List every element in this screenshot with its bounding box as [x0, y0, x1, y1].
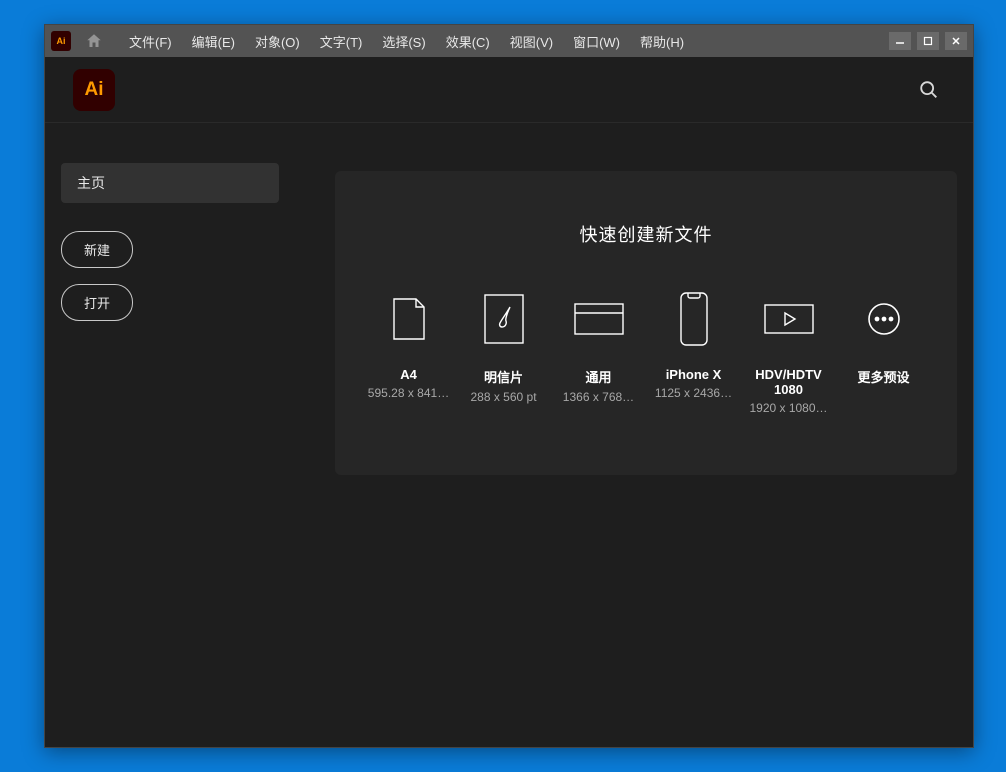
- preset-dims: 288 x 560 pt: [470, 390, 536, 404]
- preset-iphone[interactable]: iPhone X 1125 x 2436…: [650, 287, 737, 415]
- search-button[interactable]: [913, 74, 945, 106]
- video-icon: [763, 287, 815, 351]
- topbar: Ai: [45, 57, 973, 123]
- app-icon-small: Ai: [51, 31, 71, 51]
- preset-label: HDV/HDTV 1080: [745, 367, 832, 397]
- card-title: 快速创建新文件: [365, 221, 927, 247]
- phone-icon: [679, 287, 709, 351]
- preset-dims: 1125 x 2436…: [655, 386, 732, 400]
- menu-select[interactable]: 选择(S): [378, 28, 429, 55]
- preset-label: 更多预设: [857, 367, 909, 386]
- main-panel: 快速创建新文件 A4 595.28 x 841… 明信片: [335, 123, 973, 747]
- menu-view[interactable]: 视图(V): [506, 28, 557, 55]
- content-area: 主页 新建 打开 快速创建新文件 A4 595.28 x 841…: [45, 123, 973, 747]
- preset-label: 明信片: [484, 367, 523, 386]
- preset-dims: 1920 x 1080…: [749, 401, 827, 415]
- preset-web[interactable]: 通用 1366 x 768…: [555, 287, 642, 415]
- menu-help[interactable]: 帮助(H): [636, 28, 688, 55]
- close-button[interactable]: [945, 32, 967, 50]
- menu-object[interactable]: 对象(O): [251, 28, 304, 55]
- app-logo: Ai: [73, 69, 115, 111]
- menu-window[interactable]: 窗口(W): [569, 28, 624, 55]
- menu-type[interactable]: 文字(T): [316, 28, 367, 55]
- maximize-button[interactable]: [917, 32, 939, 50]
- menu-edit[interactable]: 编辑(E): [188, 28, 239, 55]
- more-icon: [866, 287, 902, 351]
- menu-file[interactable]: 文件(F): [125, 28, 176, 55]
- preset-hdtv[interactable]: HDV/HDTV 1080 1920 x 1080…: [745, 287, 832, 415]
- titlebar: Ai 文件(F) 编辑(E) 对象(O) 文字(T) 选择(S) 效果(C) 视…: [45, 25, 973, 57]
- preset-dims: 1366 x 768…: [563, 390, 634, 404]
- minimize-button[interactable]: [889, 32, 911, 50]
- brush-icon: [483, 287, 525, 351]
- menu-effect[interactable]: 效果(C): [442, 28, 494, 55]
- new-button[interactable]: 新建: [61, 231, 133, 268]
- window-controls: [889, 32, 967, 50]
- menu-bar: 文件(F) 编辑(E) 对象(O) 文字(T) 选择(S) 效果(C) 视图(V…: [125, 28, 688, 55]
- document-icon: [392, 287, 426, 351]
- home-icon[interactable]: [81, 28, 107, 54]
- browser-icon: [573, 287, 625, 351]
- preset-a4[interactable]: A4 595.28 x 841…: [365, 287, 452, 415]
- preset-label: 通用: [585, 367, 611, 386]
- preset-postcard[interactable]: 明信片 288 x 560 pt: [460, 287, 547, 415]
- quick-create-card: 快速创建新文件 A4 595.28 x 841… 明信片: [335, 171, 957, 475]
- preset-label: iPhone X: [666, 367, 722, 382]
- sidebar: 主页 新建 打开: [45, 123, 335, 747]
- tab-home[interactable]: 主页: [61, 163, 279, 203]
- preset-more[interactable]: 更多预设: [840, 287, 927, 415]
- preset-label: A4: [400, 367, 417, 382]
- preset-dims: 595.28 x 841…: [368, 386, 449, 400]
- app-window: Ai 文件(F) 编辑(E) 对象(O) 文字(T) 选择(S) 效果(C) 视…: [44, 24, 974, 748]
- presets-row: A4 595.28 x 841… 明信片 288 x 560 pt: [365, 287, 927, 415]
- open-button[interactable]: 打开: [61, 284, 133, 321]
